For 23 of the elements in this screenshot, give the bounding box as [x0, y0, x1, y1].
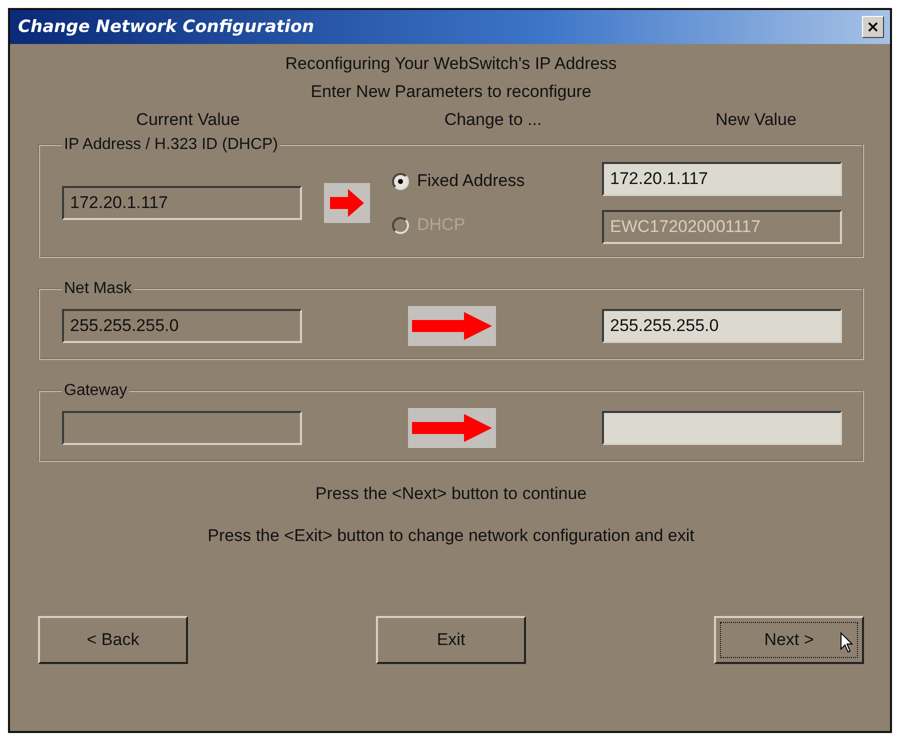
window-title: Change Network Configuration: [18, 17, 314, 37]
new-value-field[interactable]: [602, 411, 842, 445]
heading-text: Reconfiguring Your WebSwitch's IP Address: [284, 53, 618, 75]
column-header: Change to ...: [444, 110, 542, 130]
dialog-button[interactable]: < Back: [38, 616, 188, 664]
group-label: Net Mask: [63, 280, 133, 298]
heading-text: Enter New Parameters to reconfigure: [310, 81, 592, 103]
close-button[interactable]: ×: [862, 16, 884, 38]
group-label: Gateway: [63, 382, 128, 400]
column-header: New Value: [716, 110, 796, 130]
instruction-text: Press the <Next> button to continue: [314, 484, 588, 504]
dialog-button[interactable]: Next >: [714, 616, 864, 664]
instruction-text: Press the <Exit> button to change network configuration and exit: [206, 526, 696, 546]
current-value-field[interactable]: [62, 411, 302, 445]
pointer-icon: [840, 632, 854, 654]
column-header: Current Value: [136, 110, 240, 130]
current-value-field[interactable]: 255.255.255.0: [62, 309, 302, 343]
current-value-field[interactable]: 172.20.1.117: [62, 186, 302, 220]
radio-option[interactable]: Fixed Address: [392, 171, 602, 191]
new-value-field[interactable]: 172.20.1.117: [602, 162, 842, 196]
group-label: IP Address / H.323 ID (DHCP): [63, 136, 279, 154]
new-value-field[interactable]: 255.255.255.0: [602, 309, 842, 343]
dialog-button[interactable]: Exit: [376, 616, 526, 664]
